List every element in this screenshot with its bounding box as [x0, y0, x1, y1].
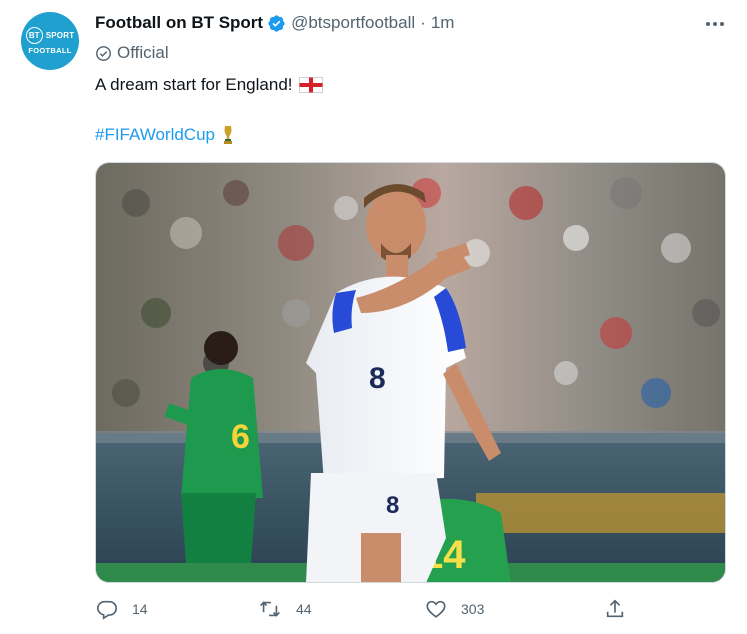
england-flag-icon	[298, 77, 323, 93]
tweet-header: Football on BT Sport @btsportfootball · …	[95, 13, 454, 33]
check-circle-icon	[95, 45, 112, 62]
verified-badge-icon	[267, 14, 286, 33]
avatar-bt-text: BT	[28, 31, 40, 40]
like-button[interactable]: 303	[425, 598, 484, 620]
bt-logo-icon: BT	[25, 27, 43, 44]
tweet-text: A dream start for England!	[95, 74, 323, 96]
avatar-logo: BT SPORT	[25, 27, 75, 44]
reply-icon	[96, 598, 118, 620]
reply-button[interactable]: 14	[96, 598, 148, 620]
official-label: Official	[95, 43, 169, 63]
svg-text:6: 6	[231, 418, 250, 456]
like-count: 303	[461, 601, 485, 617]
retweet-button[interactable]: 44	[258, 598, 312, 620]
svg-text:8: 8	[386, 492, 399, 519]
share-button[interactable]	[604, 598, 626, 620]
svg-text:8: 8	[369, 362, 386, 395]
handle[interactable]: @btsportfootball	[291, 13, 415, 33]
tweet: BT SPORT FOOTBALL Football on BT Sport @…	[0, 0, 747, 634]
share-icon	[604, 598, 626, 620]
avatar-sport-text: SPORT	[45, 31, 75, 40]
separator-dot: ·	[420, 13, 426, 32]
heart-icon	[425, 598, 447, 620]
retweet-icon	[258, 598, 282, 620]
more-options-icon[interactable]	[703, 13, 727, 35]
tweet-actions: 14 44 303	[0, 598, 747, 626]
hashtag-line: #FIFAWorldCup	[95, 124, 235, 146]
official-text: Official	[117, 43, 169, 62]
display-name[interactable]: Football on BT Sport	[95, 13, 263, 33]
tweet-text-content: A dream start for England!	[95, 75, 293, 94]
avatar-football-text: FOOTBALL	[28, 46, 72, 55]
trophy-icon	[221, 125, 235, 145]
reply-count: 14	[132, 601, 148, 617]
tweet-media-image[interactable]: 6 14 8 8	[95, 162, 726, 583]
avatar[interactable]: BT SPORT FOOTBALL	[21, 12, 79, 70]
hashtag-link[interactable]: #FIFAWorldCup	[95, 124, 215, 146]
retweet-count: 44	[296, 601, 312, 617]
match-photo: 6 14 8 8	[96, 163, 725, 582]
timestamp[interactable]: 1m	[431, 13, 455, 33]
